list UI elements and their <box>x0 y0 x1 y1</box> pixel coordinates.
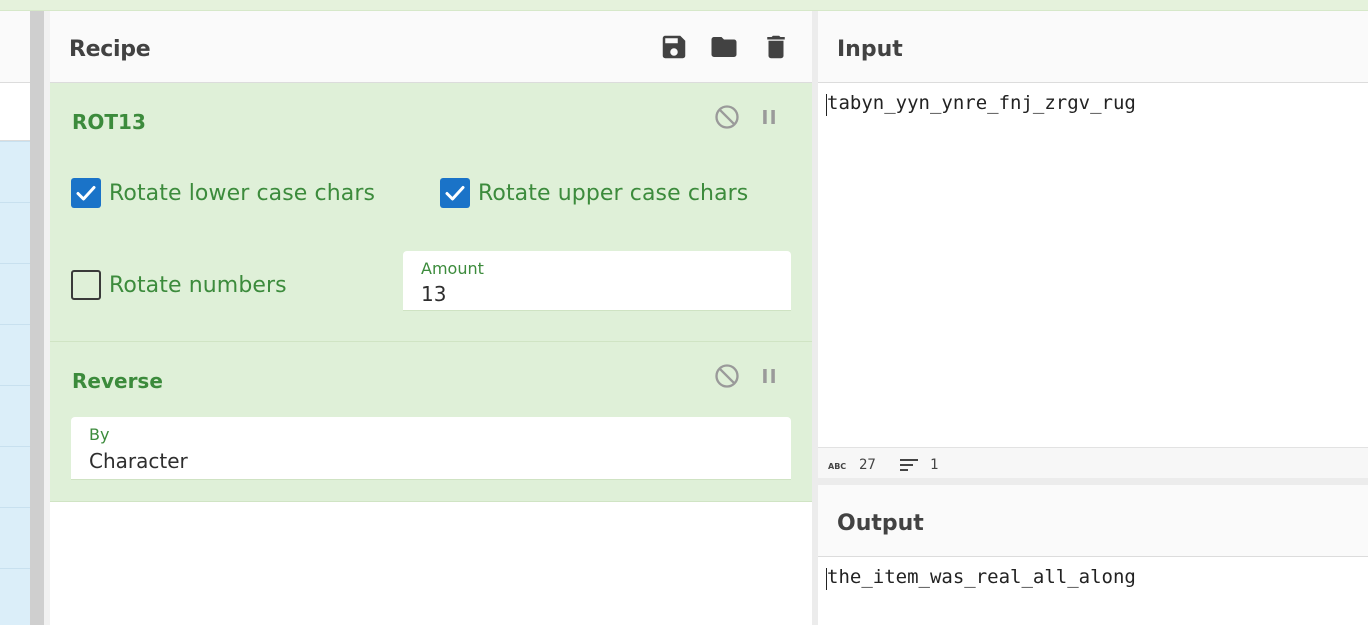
panel-resizer[interactable] <box>30 11 44 625</box>
field-label: By <box>89 425 110 444</box>
input-status-bar: ABC 27 1 <box>818 447 1368 481</box>
checkbox-label: Rotate upper case chars <box>478 181 749 206</box>
operations-search-input[interactable] <box>0 83 30 141</box>
checkbox-label: Rotate numbers <box>109 273 287 298</box>
top-banner <box>0 0 1368 11</box>
checkbox-label: Rotate lower case chars <box>109 181 376 206</box>
amount-field[interactable]: Amount 13 <box>403 251 791 311</box>
checkbox-checked-icon[interactable] <box>71 178 101 208</box>
recipe-header: Recipe <box>50 11 812 83</box>
rotate-upper-checkbox[interactable]: Rotate upper case chars <box>440 178 770 210</box>
operations-panel <box>0 11 30 625</box>
operation-rot13[interactable]: ROT13 Rotate lower case chars Rotate upp… <box>50 83 812 342</box>
pause-icon[interactable] <box>755 362 783 390</box>
lines-icon <box>900 458 918 477</box>
operation-reverse[interactable]: Reverse By Character <box>50 342 812 502</box>
abc-icon: ABC <box>828 458 848 476</box>
pause-icon[interactable] <box>755 103 783 131</box>
checkbox-checked-icon[interactable] <box>440 178 470 208</box>
operation-title: ROT13 <box>72 110 146 134</box>
by-value[interactable]: Character <box>89 449 188 473</box>
trash-icon[interactable] <box>761 32 791 62</box>
output-textarea[interactable]: the_item_was_real_all_along <box>827 566 1136 588</box>
list-item[interactable] <box>0 385 30 386</box>
input-textarea[interactable]: tabyn_yyn_ynre_fnj_zrgv_rug <box>827 92 1136 114</box>
svg-text:ABC: ABC <box>828 462 846 471</box>
list-item[interactable] <box>0 446 30 447</box>
list-item[interactable] <box>0 507 30 508</box>
save-icon[interactable] <box>659 32 689 62</box>
input-length: 27 <box>859 457 876 473</box>
folder-open-icon[interactable] <box>709 32 739 62</box>
list-item[interactable] <box>0 263 30 264</box>
list-item[interactable] <box>0 568 30 569</box>
list-item[interactable] <box>0 324 30 325</box>
rotate-lower-checkbox[interactable]: Rotate lower case chars <box>71 178 391 210</box>
operations-header <box>0 11 30 83</box>
list-item[interactable] <box>0 141 30 142</box>
output-panel: Output the_item_was_real_all_along <box>818 485 1368 625</box>
input-header: Input <box>818 11 1368 83</box>
by-select[interactable]: By Character <box>71 417 791 480</box>
operation-title: Reverse <box>72 369 163 393</box>
amount-value[interactable]: 13 <box>421 282 446 306</box>
disable-icon[interactable] <box>713 362 741 390</box>
disable-icon[interactable] <box>713 103 741 131</box>
list-item[interactable] <box>0 202 30 203</box>
input-panel: Input tabyn_yyn_ynre_fnj_zrgv_rug ABC 27… <box>818 11 1368 481</box>
input-title: Input <box>837 37 903 62</box>
checkbox-unchecked-icon[interactable] <box>71 270 101 300</box>
rotate-numbers-checkbox[interactable]: Rotate numbers <box>71 270 331 302</box>
output-header: Output <box>818 485 1368 557</box>
operations-list <box>0 141 30 625</box>
recipe-title: Recipe <box>69 37 151 62</box>
field-label: Amount <box>421 259 484 278</box>
recipe-panel: Recipe ROT13 Rotate lower case chars Rot… <box>50 11 812 625</box>
input-lines: 1 <box>930 457 939 473</box>
output-title: Output <box>837 511 924 536</box>
